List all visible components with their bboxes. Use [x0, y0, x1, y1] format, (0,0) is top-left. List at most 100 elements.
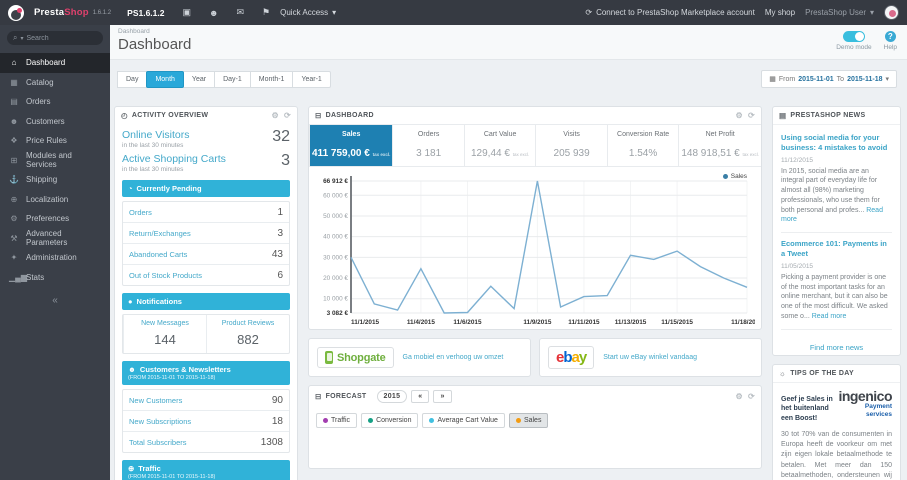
- range-button[interactable]: Day: [117, 70, 148, 88]
- sidebar-item[interactable]: ❖ Price Rules: [0, 131, 110, 151]
- customers-row[interactable]: New Subscriptions 18: [123, 411, 289, 432]
- marketplace-link[interactable]: ⟳ Connect to PrestaShop Marketplace accou…: [585, 8, 754, 17]
- prestashop-logo-icon[interactable]: [8, 4, 24, 21]
- gear-icon[interactable]: ⚙: [736, 392, 743, 401]
- metric-tile[interactable]: Orders 3 181: [392, 125, 463, 166]
- article-excerpt: In 2015, social media are an integral pa…: [781, 167, 880, 214]
- sidebar-collapse-button[interactable]: «: [0, 295, 110, 306]
- mail-icon[interactable]: ✉: [237, 7, 245, 18]
- article-title[interactable]: Ecommerce 101: Payments in a Tweet: [781, 239, 892, 259]
- forecast-series-buttons: Traffic Conversion Average Cart Value Sa…: [309, 407, 761, 468]
- sidebar-item[interactable]: ⚓ Shipping: [0, 170, 110, 190]
- row-label[interactable]: New Customers: [129, 396, 182, 405]
- date-range-picker[interactable]: ▦ From 2015-11-01 To 2015-11-18 ▾: [761, 70, 897, 88]
- forecast-year-select[interactable]: 2015: [376, 390, 408, 403]
- pending-row[interactable]: Abandoned Carts 43: [123, 244, 289, 265]
- range-button[interactable]: Month-1: [249, 70, 294, 88]
- read-more-link[interactable]: Read more: [812, 313, 847, 320]
- brand-logo[interactable]: PrestaShop: [34, 7, 89, 18]
- refresh-icon[interactable]: ⟳: [748, 111, 755, 120]
- menu-item-icon: ✦: [10, 253, 18, 263]
- news-title: PRESTASHOP NEWS: [790, 112, 866, 119]
- metric-tile[interactable]: Visits 205 939: [535, 125, 606, 166]
- search-input[interactable]: [26, 34, 91, 42]
- customers-row[interactable]: Total Subscribers 1308: [123, 432, 289, 452]
- pending-row[interactable]: Out of Stock Products 6: [123, 265, 289, 285]
- range-button[interactable]: Day-1: [214, 70, 251, 88]
- help-icon[interactable]: ?: [884, 31, 896, 42]
- row-label[interactable]: Out of Stock Products: [129, 271, 202, 280]
- row-label[interactable]: Total Subscribers: [129, 438, 187, 447]
- sidebar-item[interactable]: ▁▄▆ Stats: [0, 268, 110, 288]
- range-button[interactable]: Year-1: [292, 70, 331, 88]
- row-label[interactable]: Orders: [129, 208, 152, 217]
- sidebar-item[interactable]: ⊕ Localization: [0, 190, 110, 210]
- ebay-banner[interactable]: ebay Start uw eBay winkel vandaag: [539, 338, 762, 377]
- notification-label[interactable]: Product Reviews: [209, 320, 287, 327]
- sidebar-item[interactable]: ▦ Catalog: [0, 73, 110, 93]
- sidebar-item[interactable]: ✦ Administration: [0, 248, 110, 268]
- sidebar-item[interactable]: ⌂ Dashboard: [0, 53, 110, 73]
- sales-chart: Sales 66 912 € 60 000 € 50 000 € 40 000 € 30…: [309, 167, 761, 329]
- refresh-icon[interactable]: ⟳: [284, 111, 291, 120]
- row-label[interactable]: New Subscriptions: [129, 417, 191, 426]
- stat-label[interactable]: Online Visitors: [122, 129, 190, 141]
- traffic-header: ⊕ Traffic (FROM 2015-11-01 TO 2015-11-18): [122, 460, 290, 480]
- forecast-series-button[interactable]: Traffic: [316, 413, 358, 428]
- breadcrumb[interactable]: Dashboard: [118, 28, 899, 35]
- metric-value: 148 918,51 €: [681, 148, 740, 159]
- notification-label[interactable]: New Messages: [126, 320, 204, 327]
- notification-column[interactable]: Product Reviews 882: [206, 315, 289, 353]
- avatar[interactable]: [884, 5, 899, 20]
- row-value: 18: [271, 415, 283, 427]
- refresh-icon[interactable]: ⟳: [748, 392, 755, 401]
- forecast-series-button[interactable]: Conversion: [361, 413, 419, 428]
- ebay-link[interactable]: Start uw eBay winkel vandaag: [603, 354, 697, 361]
- svg-text:60 000 €: 60 000 €: [323, 192, 348, 199]
- help-control[interactable]: ? Help: [884, 31, 897, 51]
- notification-column[interactable]: New Messages 144: [123, 315, 206, 353]
- ebay-logo: ebay: [548, 346, 595, 369]
- range-button[interactable]: Year: [182, 70, 216, 88]
- shopgate-link[interactable]: Ga mobiel en verhoog uw omzet: [403, 354, 504, 361]
- forecast-series-button[interactable]: Sales: [508, 413, 549, 428]
- cart-icon[interactable]: ▣: [183, 7, 192, 18]
- my-shop-link[interactable]: My shop: [765, 8, 795, 17]
- article-title[interactable]: Using social media for your business: 4 …: [781, 133, 892, 153]
- user-icon[interactable]: ☻: [209, 8, 218, 18]
- find-more-news-link[interactable]: Find more news: [773, 336, 900, 355]
- metric-tile[interactable]: Net Profit 148 918,51 € tax excl.: [678, 125, 761, 166]
- stat-label[interactable]: Active Shopping Carts: [122, 153, 226, 165]
- quick-access-menu[interactable]: Quick Access ▾: [280, 8, 336, 17]
- forecast-prev-button[interactable]: «: [411, 390, 430, 403]
- demo-mode-toggle[interactable]: [842, 31, 865, 42]
- sidebar-item[interactable]: ☻ Customers: [0, 112, 110, 132]
- forecast-next-button[interactable]: »: [433, 390, 452, 403]
- demo-mode-control[interactable]: Demo mode: [836, 31, 872, 51]
- gear-icon[interactable]: ⚙: [272, 111, 279, 120]
- metric-tile[interactable]: Conversion Rate 1.54%: [606, 125, 678, 166]
- pending-row[interactable]: Return/Exchanges 3: [123, 223, 289, 244]
- svg-text:11/18/2015: 11/18/2015: [731, 319, 755, 326]
- range-button[interactable]: Month: [146, 70, 184, 88]
- chart-legend[interactable]: Sales: [722, 173, 747, 180]
- pending-row[interactable]: Orders 1: [123, 202, 289, 223]
- forecast-series-button[interactable]: Average Cart Value: [422, 413, 505, 428]
- sidebar-item[interactable]: ⊞ Modules and Services: [0, 151, 110, 171]
- customers-row[interactable]: New Customers 90: [123, 390, 289, 411]
- user-menu[interactable]: PrestaShop User ▾: [805, 8, 874, 17]
- row-label[interactable]: Return/Exchanges: [129, 229, 191, 238]
- row-label[interactable]: Abandoned Carts: [129, 250, 187, 259]
- pin-icon[interactable]: ⚑: [262, 7, 270, 18]
- sidebar-item[interactable]: ⚙ Preferences: [0, 209, 110, 229]
- metric-tile[interactable]: Sales 411 759,00 € tax excl.: [309, 125, 393, 166]
- chevron-down-icon[interactable]: ▾: [20, 35, 23, 42]
- menu-item-label: Modules and Services: [26, 151, 72, 170]
- shopgate-banner[interactable]: Shopgate Ga mobiel en verhoog uw omzet: [308, 338, 531, 377]
- metric-tile[interactable]: Cart Value 129,44 € tax excl.: [463, 125, 535, 166]
- sidebar-item[interactable]: ⚒ Advanced Parameters: [0, 229, 110, 249]
- gear-icon[interactable]: ⚙: [736, 111, 743, 120]
- pending-clock-icon: ◔: [128, 184, 133, 193]
- lightbulb-icon: ☼: [779, 368, 787, 378]
- sidebar-item[interactable]: ▤ Orders: [0, 92, 110, 112]
